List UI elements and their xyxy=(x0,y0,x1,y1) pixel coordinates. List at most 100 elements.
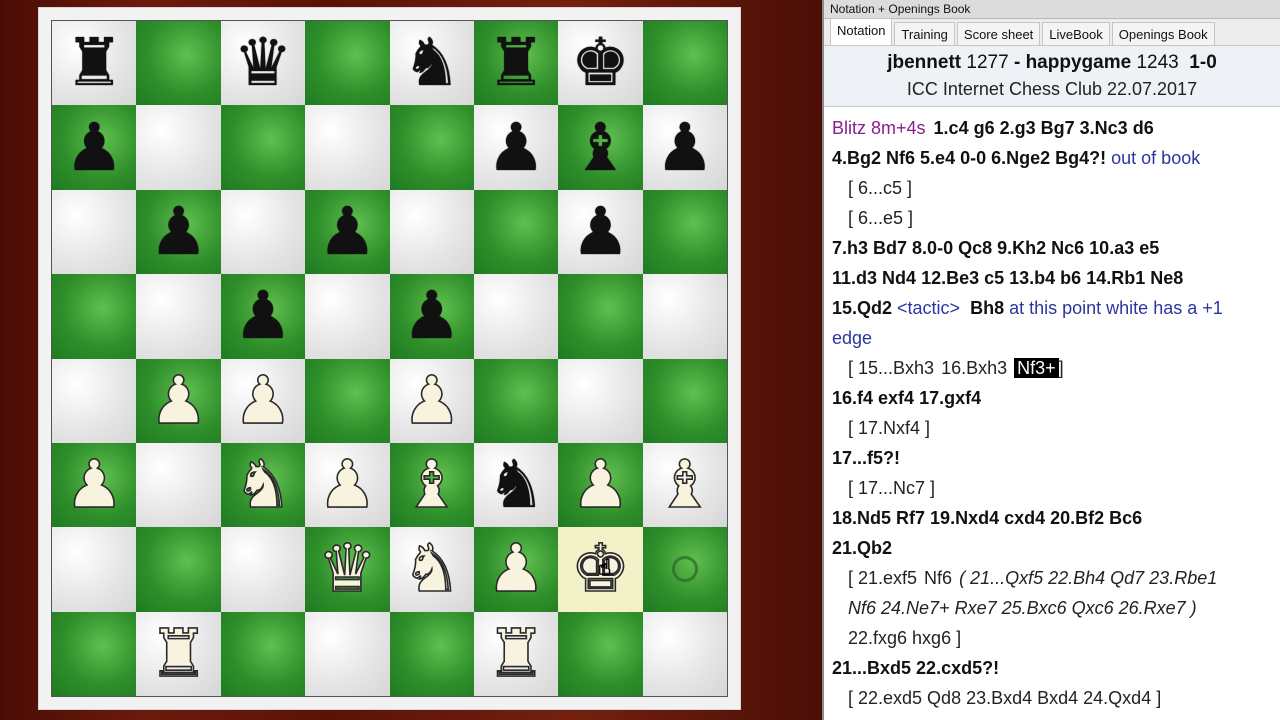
move[interactable]: 10.a3 xyxy=(1089,238,1134,258)
black-pawn-icon[interactable]: ♟ xyxy=(149,198,208,265)
square-b4[interactable]: ♟ xyxy=(136,358,221,443)
move[interactable]: Nc6 xyxy=(1051,238,1084,258)
white-pawn-icon[interactable]: ♟ xyxy=(233,366,294,434)
tab-training[interactable]: Training xyxy=(894,22,955,45)
white-queen-icon[interactable]: ♛ xyxy=(317,535,378,603)
square-a1[interactable] xyxy=(52,611,137,696)
square-h4[interactable] xyxy=(642,358,727,443)
square-c6[interactable] xyxy=(220,189,306,275)
square-c4[interactable]: ♟ xyxy=(220,358,306,443)
white-pawn-icon[interactable]: ♟ xyxy=(317,451,378,519)
variation[interactable]: [ 17...Nc7 ] xyxy=(832,473,1272,503)
black-pawn-icon[interactable]: ♟ xyxy=(655,114,714,181)
move[interactable]: e5 xyxy=(1139,238,1159,258)
square-h6[interactable] xyxy=(642,189,727,275)
white-rook-icon[interactable]: ♜ xyxy=(148,620,209,688)
move[interactable]: 1.c4 xyxy=(934,118,969,138)
move[interactable]: 21...Bxd5 xyxy=(832,658,911,678)
square-d7[interactable] xyxy=(305,105,390,190)
black-queen-icon[interactable]: ♛ xyxy=(233,30,292,96)
square-c1[interactable] xyxy=(220,611,306,696)
square-f6[interactable] xyxy=(473,189,559,275)
tab-notation[interactable]: Notation xyxy=(830,18,893,45)
square-h3[interactable]: ♝ xyxy=(642,442,727,528)
square-g7[interactable]: ♝ xyxy=(558,105,643,190)
square-a2[interactable] xyxy=(52,527,137,612)
square-g8[interactable]: ♚ xyxy=(558,21,643,106)
square-d2[interactable]: ♛ xyxy=(305,527,390,612)
black-rook-icon[interactable]: ♜ xyxy=(486,30,545,96)
move[interactable]: 12.Be3 xyxy=(921,268,979,288)
move[interactable]: Qc8 xyxy=(958,238,992,258)
black-pawn-icon[interactable]: ♟ xyxy=(318,198,377,265)
move[interactable]: 18.Nd5 xyxy=(832,508,891,528)
square-e3[interactable]: ♝ xyxy=(389,442,474,528)
move[interactable]: 11.d3 xyxy=(832,268,877,288)
variation[interactable]: [ 6...e5 ] xyxy=(832,203,1272,233)
move[interactable]: 22.cxd5?! xyxy=(916,658,999,678)
move[interactable]: 17...f5?! xyxy=(832,448,900,468)
black-rook-icon[interactable]: ♜ xyxy=(65,30,124,96)
move[interactable]: Bd7 xyxy=(873,238,907,258)
black-pawn-icon[interactable]: ♟ xyxy=(571,198,630,265)
white-pawn-icon[interactable]: ♟ xyxy=(148,366,209,434)
square-a8[interactable]: ♜ xyxy=(52,21,137,106)
move[interactable]: Nd4 xyxy=(882,268,916,288)
square-f3[interactable]: ♞ xyxy=(473,442,559,528)
black-bishop-icon[interactable]: ♝ xyxy=(571,114,630,181)
black-pawn-icon[interactable]: ♟ xyxy=(486,114,545,181)
square-h1[interactable] xyxy=(642,611,727,696)
move[interactable]: 6.Nge2 xyxy=(991,148,1050,168)
square-d4[interactable] xyxy=(305,358,390,443)
move[interactable]: 3.Nc3 xyxy=(1080,118,1128,138)
move[interactable]: 21.Qb2 xyxy=(832,538,892,558)
square-g3[interactable]: ♟ xyxy=(558,442,643,528)
white-pawn-icon[interactable]: ♟ xyxy=(570,451,631,519)
square-f8[interactable]: ♜ xyxy=(473,21,559,106)
move[interactable]: g6 xyxy=(974,118,995,138)
black-pawn-icon[interactable]: ♟ xyxy=(233,283,292,349)
move[interactable]: Bg4?! xyxy=(1055,148,1106,168)
square-h5[interactable] xyxy=(642,274,727,359)
move[interactable]: d6 xyxy=(1133,118,1154,138)
white-knight-icon[interactable]: ♞ xyxy=(401,535,462,603)
white-pawn-icon[interactable]: ♟ xyxy=(64,451,125,519)
white-bishop-icon[interactable]: ♝ xyxy=(654,451,715,519)
square-d3[interactable]: ♟ xyxy=(305,442,390,528)
black-pawn-icon[interactable]: ♟ xyxy=(402,283,461,349)
square-f2[interactable]: ♟ xyxy=(473,527,559,612)
black-knight-icon[interactable]: ♞ xyxy=(402,30,461,96)
move[interactable]: 20.Bf2 xyxy=(1050,508,1104,528)
move[interactable]: 9.Kh2 xyxy=(997,238,1046,258)
move[interactable]: 17.gxf4 xyxy=(919,388,981,408)
black-knight-icon[interactable]: ♞ xyxy=(486,452,545,518)
black-pawn-icon[interactable]: ♟ xyxy=(65,114,124,181)
selected-move[interactable]: Nf3+ xyxy=(1014,358,1059,378)
variation-move[interactable]: [ 15...Bxh3 xyxy=(848,358,934,378)
chess-board[interactable]: ♜ ♛ ♞ ♜ ♚ ♟ ♟ ♝ ♟ ♟ ♟ ♟ ♟ ♟ ♟ ♟ ♟ ♟ ♞ ♟ ♝ ♞ ♟ ♝ ♛ ♞ ♟ ♚ ♜ ♜ xyxy=(51,20,728,697)
square-b1[interactable]: ♜ xyxy=(136,611,221,696)
square-e5[interactable]: ♟ xyxy=(389,274,474,359)
square-b2[interactable] xyxy=(136,527,221,612)
square-e7[interactable] xyxy=(389,105,474,190)
move[interactable]: Nf6 xyxy=(886,148,915,168)
square-e8[interactable]: ♞ xyxy=(389,21,474,106)
move[interactable]: Rf7 xyxy=(896,508,925,528)
variation-move[interactable]: 16.Bxh3 xyxy=(941,358,1007,378)
square-h7[interactable]: ♟ xyxy=(642,105,727,190)
move[interactable]: Bg7 xyxy=(1041,118,1075,138)
white-pawn-icon[interactable]: ♟ xyxy=(401,366,462,434)
white-knight-icon[interactable]: ♞ xyxy=(233,451,294,519)
black-king-icon[interactable]: ♚ xyxy=(571,30,630,96)
square-b8[interactable] xyxy=(136,21,221,106)
move[interactable]: 19.Nxd4 xyxy=(930,508,999,528)
white-pawn-icon[interactable]: ♟ xyxy=(486,535,547,603)
move[interactable]: c5 xyxy=(984,268,1004,288)
square-a5[interactable] xyxy=(52,274,137,359)
square-e6[interactable] xyxy=(389,189,474,275)
variation-move[interactable]: Nf6 xyxy=(924,568,952,588)
variation[interactable]: [ 22.exd5 Qd8 23.Bxd4 Bxd4 24.Qxd4 ] xyxy=(832,683,1272,713)
move[interactable]: 7.h3 xyxy=(832,238,868,258)
square-g1[interactable] xyxy=(558,611,643,696)
white-bishop-icon[interactable]: ♝ xyxy=(401,451,462,519)
